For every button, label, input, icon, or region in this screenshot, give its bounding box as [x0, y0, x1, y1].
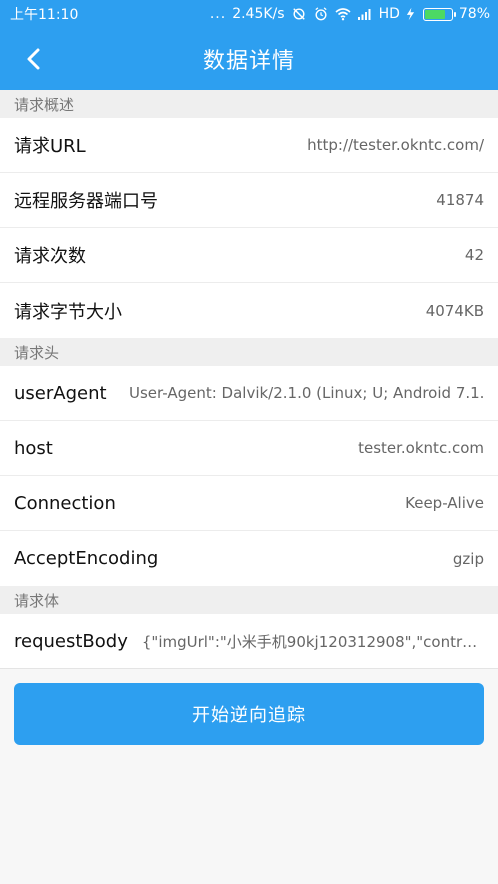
status-icons: ... 2.45K/s HD 78% [210, 6, 490, 22]
row-key: AcceptEncoding [14, 548, 159, 569]
signal-icon [357, 9, 371, 20]
title-bar: 数据详情 [0, 28, 498, 90]
row-value: gzip [452, 549, 484, 568]
row-key: 请求次数 [14, 246, 86, 267]
section-header-overview: 请求概述 [0, 90, 498, 118]
chevron-left-icon [27, 48, 40, 70]
status-dots: ... [209, 6, 227, 22]
row-value: User-Agent: Dalvik/2.1.0 (Linux; U; Andr… [129, 384, 484, 402]
section-header-request-headers: 请求头 [0, 338, 498, 366]
row-accept-encoding[interactable]: AcceptEncoding gzip [0, 531, 498, 586]
row-request-body[interactable]: requestBody {"imgUrl":"小米手机90kj120312908… [0, 614, 498, 669]
row-value: 42 [464, 246, 484, 264]
app-screen: 上午11:10 ... 2.45K/s HD 78% 数据详情 请求概述 请求U… [0, 0, 498, 884]
row-value: http://tester.okntc.com/ [307, 136, 484, 154]
row-value: 41874 [436, 191, 484, 209]
row-host[interactable]: host tester.okntc.com [0, 421, 498, 476]
back-button[interactable] [14, 28, 54, 90]
row-connection[interactable]: Connection Keep-Alive [0, 476, 498, 531]
action-area: 开始逆向追踪 [0, 669, 498, 745]
page-title: 数据详情 [202, 49, 295, 74]
row-key: 请求字节大小 [14, 301, 122, 323]
row-request-count[interactable]: 请求次数 42 [0, 228, 498, 283]
battery-icon [422, 7, 456, 21]
row-key: 远程服务器端口号 [14, 191, 158, 212]
row-value: {"imgUrl":"小米手机90kj120312908","contract"… [141, 632, 484, 651]
battery-percent: 78% [458, 6, 490, 22]
status-time: 上午11:10 [10, 7, 79, 23]
network-type: HD [378, 6, 400, 22]
section-header-request-body: 请求体 [0, 586, 498, 614]
row-value: 4074KB [425, 301, 484, 320]
sync-off-icon [292, 8, 305, 20]
row-key: userAgent [14, 382, 107, 404]
alarm-icon [314, 7, 327, 21]
row-value: Keep-Alive [405, 494, 484, 512]
battery-level-fill [424, 9, 445, 19]
row-key: Connection [14, 492, 116, 514]
row-key: requestBody [14, 630, 128, 652]
start-reverse-trace-button[interactable]: 开始逆向追踪 [14, 683, 484, 745]
status-bar: 上午11:10 ... 2.45K/s HD 78% [0, 0, 498, 28]
row-key: 请求URL [14, 136, 86, 157]
charging-icon [406, 7, 414, 21]
row-value: tester.okntc.com [358, 439, 484, 457]
wifi-icon [335, 8, 351, 21]
row-remote-port[interactable]: 远程服务器端口号 41874 [0, 173, 498, 228]
row-request-size[interactable]: 请求字节大小 4074KB [0, 283, 498, 338]
action-button-label: 开始逆向追踪 [192, 705, 306, 726]
row-request-url[interactable]: 请求URL http://tester.okntc.com/ [0, 118, 498, 173]
row-key: host [14, 437, 53, 459]
row-user-agent[interactable]: userAgent User-Agent: Dalvik/2.1.0 (Linu… [0, 366, 498, 421]
network-speed: 2.45K/s [232, 6, 285, 22]
